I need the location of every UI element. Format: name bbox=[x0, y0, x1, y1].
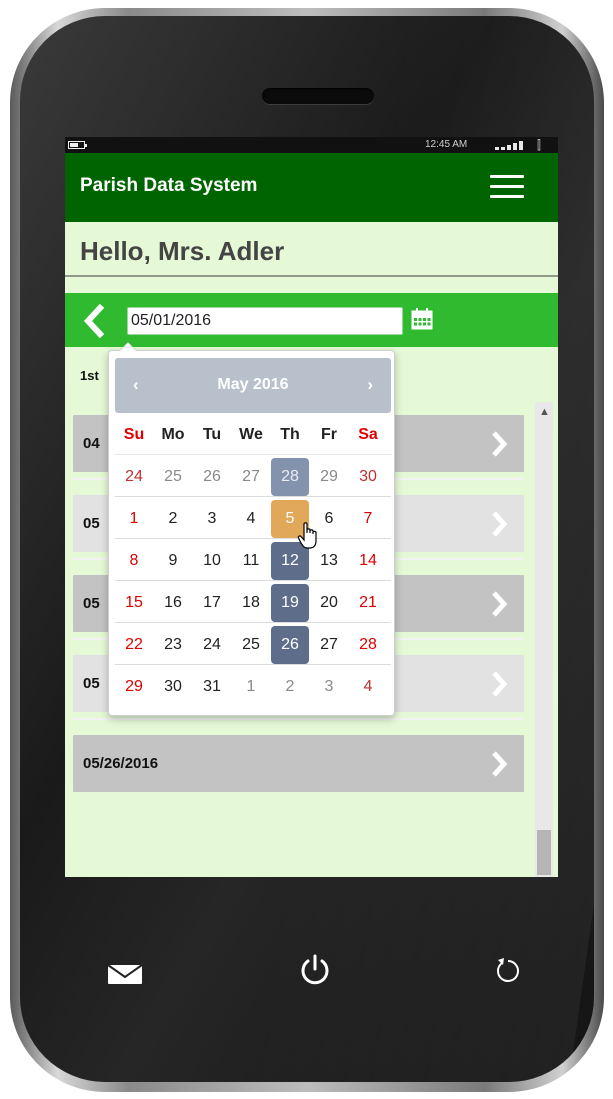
datepicker-next-button[interactable]: › bbox=[367, 375, 373, 395]
weekday-label: We bbox=[239, 426, 263, 443]
app-bar: Parish Data System bbox=[65, 153, 558, 222]
calendar-icon[interactable] bbox=[410, 307, 434, 331]
day-cell[interactable]: 2 bbox=[271, 668, 309, 706]
day-cell[interactable]: 21 bbox=[349, 584, 387, 622]
day-cell[interactable]: 4 bbox=[232, 500, 270, 538]
network-icon: ⫿ bbox=[537, 138, 541, 152]
day-cell[interactable]: 8 bbox=[115, 542, 153, 580]
weekday-label: Tu bbox=[202, 426, 222, 443]
day-cell[interactable]: 2 bbox=[154, 500, 192, 538]
day-cell[interactable]: 27 bbox=[232, 458, 270, 496]
day-cell[interactable]: 10 bbox=[193, 542, 231, 580]
day-cell[interactable]: 17 bbox=[193, 584, 231, 622]
rotate-icon[interactable] bbox=[493, 956, 523, 986]
chevron-right-icon bbox=[492, 511, 508, 537]
list-item-date: 05 bbox=[83, 595, 100, 612]
week-row: 22 23 24 25 26 27 28 bbox=[115, 623, 391, 665]
day-cell-today[interactable]: 5 bbox=[271, 500, 309, 538]
chevron-right-icon bbox=[492, 671, 508, 697]
day-cell[interactable]: 26 bbox=[271, 626, 309, 664]
status-bar: 12:45 AM ⫿ bbox=[65, 137, 558, 153]
greeting-text: Hello, Mrs. Adler bbox=[80, 236, 285, 266]
weekday-label: Mo bbox=[161, 426, 185, 443]
day-cell[interactable]: 1 bbox=[232, 668, 270, 706]
list-item-date: 05 bbox=[83, 675, 100, 692]
power-icon[interactable] bbox=[297, 952, 333, 988]
day-cell[interactable]: 28 bbox=[271, 458, 309, 496]
hamburger-icon[interactable] bbox=[490, 175, 524, 199]
scroll-up-icon[interactable]: ▲ bbox=[539, 406, 550, 418]
list-item-date: 05 bbox=[83, 515, 100, 532]
day-cell[interactable]: 30 bbox=[154, 668, 192, 706]
day-cell[interactable]: 12 bbox=[271, 542, 309, 580]
battery-icon bbox=[68, 141, 87, 149]
weekday-label: Fr bbox=[321, 426, 337, 443]
datepicker-grid: Su Mo Tu We Th Fr Sa 24 25 26 27 28 29 3… bbox=[115, 417, 391, 707]
weekday-label: Su bbox=[123, 426, 145, 443]
app-title: Parish Data System bbox=[80, 175, 258, 196]
date-navigation-bar bbox=[65, 293, 558, 347]
day-cell[interactable]: 15 bbox=[115, 584, 153, 622]
day-cell[interactable]: 3 bbox=[310, 668, 348, 706]
chevron-right-icon bbox=[492, 751, 508, 777]
day-cell[interactable]: 9 bbox=[154, 542, 192, 580]
chevron-right-icon bbox=[492, 431, 508, 457]
mail-icon[interactable] bbox=[107, 962, 143, 986]
day-cell[interactable]: 22 bbox=[115, 626, 153, 664]
day-cell[interactable]: 6 bbox=[310, 500, 348, 538]
date-input[interactable] bbox=[127, 307, 403, 335]
day-cell[interactable]: 7 bbox=[349, 500, 387, 538]
day-cell[interactable]: 19 bbox=[271, 584, 309, 622]
datepicker-caret bbox=[119, 342, 137, 351]
day-cell[interactable]: 4 bbox=[349, 668, 387, 706]
scrollbar[interactable]: ▲ bbox=[535, 402, 553, 877]
day-cell[interactable]: 24 bbox=[193, 626, 231, 664]
day-cell[interactable]: 14 bbox=[349, 542, 387, 580]
day-cell[interactable]: 20 bbox=[310, 584, 348, 622]
list-item-date: 05/26/2016 bbox=[83, 755, 159, 772]
week-label: 1st bbox=[80, 368, 99, 383]
datepicker-month-title[interactable]: May 2016 bbox=[115, 376, 391, 394]
chevron-right-icon bbox=[492, 591, 508, 617]
week-row: 8 9 10 11 12 13 14 bbox=[115, 539, 391, 581]
day-cell[interactable]: 27 bbox=[310, 626, 348, 664]
datepicker-popup: ‹ May 2016 › Su Mo Tu We Th Fr Sa 24 25 … bbox=[108, 342, 395, 716]
day-cell[interactable]: 28 bbox=[349, 626, 387, 664]
day-cell[interactable]: 29 bbox=[310, 458, 348, 496]
list-divider bbox=[73, 718, 524, 720]
week-row: 1 2 3 4 5 6 7 bbox=[115, 497, 391, 539]
day-cell[interactable]: 30 bbox=[349, 458, 387, 496]
day-cell[interactable]: 25 bbox=[154, 458, 192, 496]
day-cell[interactable]: 26 bbox=[193, 458, 231, 496]
greeting-header: Hello, Mrs. Adler bbox=[65, 222, 558, 277]
day-cell[interactable]: 13 bbox=[310, 542, 348, 580]
day-cell[interactable]: 31 bbox=[193, 668, 231, 706]
weekday-label: Th bbox=[280, 426, 300, 443]
day-cell[interactable]: 25 bbox=[232, 626, 270, 664]
list-item-date: 04 bbox=[83, 435, 100, 452]
status-time: 12:45 AM bbox=[425, 139, 468, 150]
scroll-thumb[interactable] bbox=[537, 830, 551, 875]
day-cell[interactable]: 23 bbox=[154, 626, 192, 664]
phone-speaker bbox=[262, 88, 374, 104]
day-cell[interactable]: 29 bbox=[115, 668, 153, 706]
day-cell[interactable]: 3 bbox=[193, 500, 231, 538]
chevron-left-icon[interactable] bbox=[82, 304, 106, 338]
list-item[interactable]: 05/26/2016 bbox=[73, 735, 524, 792]
day-cell[interactable]: 18 bbox=[232, 584, 270, 622]
day-cell[interactable]: 24 bbox=[115, 458, 153, 496]
signal-icon bbox=[495, 140, 531, 150]
datepicker-header: ‹ May 2016 › bbox=[115, 358, 391, 413]
day-cell[interactable]: 1 bbox=[115, 500, 153, 538]
week-row: 15 16 17 18 19 20 21 bbox=[115, 581, 391, 623]
weekday-label: Sa bbox=[358, 426, 378, 443]
week-row: 29 30 31 1 2 3 4 bbox=[115, 665, 391, 707]
week-row: 24 25 26 27 28 29 30 bbox=[115, 455, 391, 497]
day-cell[interactable]: 11 bbox=[232, 542, 270, 580]
day-cell[interactable]: 16 bbox=[154, 584, 192, 622]
weekday-header-row: Su Mo Tu We Th Fr Sa bbox=[115, 417, 391, 455]
